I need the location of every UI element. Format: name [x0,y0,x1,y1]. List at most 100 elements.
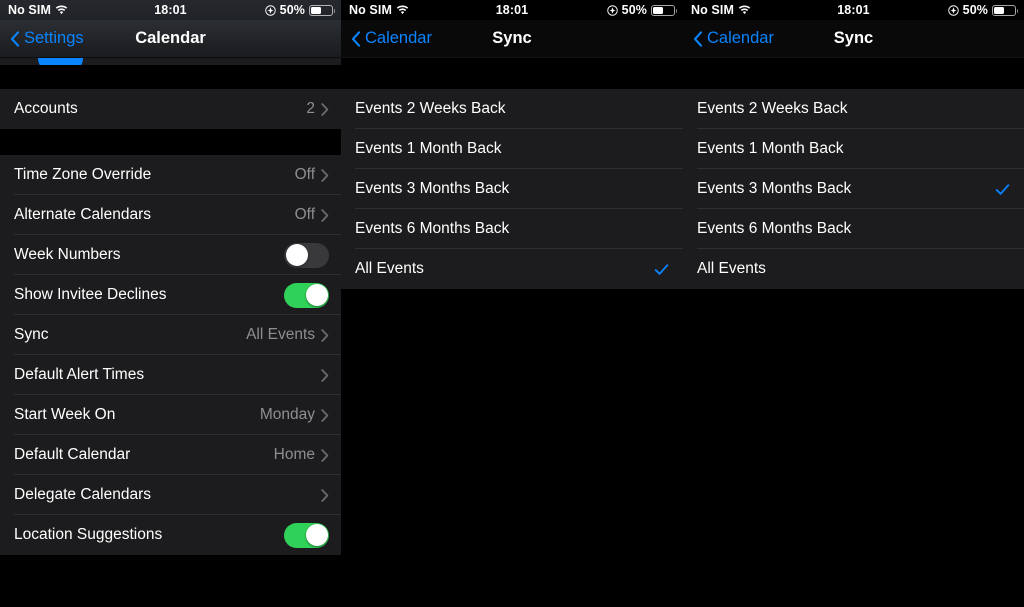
row-label: Week Numbers [14,246,121,263]
status-bar-left: No SIM 18:01 50% [0,0,341,20]
row-label: Location Suggestions [14,526,163,543]
option-events-3-months-back[interactable]: Events 3 Months Back [683,169,1024,209]
screen-root: No SIM 18:01 50% Settings Calendar Accou… [0,0,1024,607]
location-services-icon [947,4,959,16]
status-bar-right-group: 50% [264,3,335,17]
sync-options-group: Events 2 Weeks Back Events 1 Month Back … [683,89,1024,289]
panel-calendar-settings: No SIM 18:01 50% Settings Calendar Accou… [0,0,341,607]
carrier-label: No SIM [691,3,734,17]
option-label: Events 3 Months Back [355,180,510,197]
checkmark-icon [995,182,1010,197]
chevron-right-icon [321,448,329,462]
row-label: Show Invitee Declines [14,286,167,303]
row-delegate-calendars[interactable]: Delegate Calendars [0,475,341,515]
battery-percent-label: 50% [621,3,647,17]
row-location-suggestions[interactable]: Location Suggestions [0,515,341,555]
nav-bar-sync: Calendar Sync [683,20,1024,58]
option-label: All Events [697,260,766,277]
row-accounts[interactable]: Accounts 2 [0,89,341,129]
group-gap [0,129,341,155]
location-services-icon [264,4,276,16]
row-start-week-on[interactable]: Start Week On Monday [0,395,341,435]
group-gap [0,65,341,89]
option-label: All Events [355,260,424,277]
row-default-calendar[interactable]: Default Calendar Home [0,435,341,475]
back-button-label: Calendar [365,29,432,47]
row-label: Time Zone Override [14,166,152,183]
option-events-2-weeks-back[interactable]: Events 2 Weeks Back [683,89,1024,129]
row-value: Home [273,446,315,463]
option-label: Events 1 Month Back [355,140,502,157]
chevron-right-icon [321,208,329,222]
partial-toggle-knob [38,58,83,65]
row-label: Default Calendar [14,446,131,463]
panel-sync-three-months: No SIM 18:01 50% Calendar Sync Events 2 … [683,0,1024,607]
chevron-left-icon [693,30,703,47]
option-label: Events 2 Weeks Back [697,100,848,117]
scrolled-partial-row [0,58,341,65]
row-time-zone-override[interactable]: Time Zone Override Off [0,155,341,195]
battery-percent-label: 50% [962,3,988,17]
wifi-icon [55,5,68,16]
option-events-3-months-back[interactable]: Events 3 Months Back [341,169,683,209]
back-button-calendar[interactable]: Calendar [351,29,432,48]
row-label: Sync [14,326,49,343]
option-events-1-month-back[interactable]: Events 1 Month Back [341,129,683,169]
sync-options-group: Events 2 Weeks Back Events 1 Month Back … [341,89,683,289]
option-all-events[interactable]: All Events [341,249,683,289]
group-gap [683,58,1024,89]
option-events-1-month-back[interactable]: Events 1 Month Back [683,129,1024,169]
location-suggestions-toggle[interactable] [284,522,329,548]
checkmark-icon [654,262,669,277]
status-bar-right-group: 50% [606,3,677,17]
row-label: Alternate Calendars [14,206,151,223]
show-invitee-declines-toggle[interactable] [284,282,329,308]
battery-icon [309,4,335,16]
week-numbers-toggle[interactable] [284,242,329,268]
group-gap [341,58,683,89]
chevron-right-icon [321,488,329,502]
status-bar-right-group: 50% [947,3,1018,17]
row-show-invitee-declines[interactable]: Show Invitee Declines [0,275,341,315]
wifi-icon [738,5,751,16]
chevron-right-icon [321,368,329,382]
chevron-left-icon [351,30,361,47]
row-default-alert-times[interactable]: Default Alert Times [0,355,341,395]
row-label: Delegate Calendars [14,486,152,503]
option-label: Events 6 Months Back [355,220,510,237]
nav-bar-calendar: Settings Calendar [0,20,341,58]
status-bar-left-group: No SIM [691,3,751,17]
option-label: Events 2 Weeks Back [355,100,506,117]
back-button-label: Calendar [707,29,774,47]
option-events-6-months-back[interactable]: Events 6 Months Back [683,209,1024,249]
chevron-right-icon [321,408,329,422]
row-value: 2 [306,100,315,117]
chevron-right-icon [321,328,329,342]
row-label: Start Week On [14,406,116,423]
option-label: Events 1 Month Back [697,140,844,157]
panel-sync-all-events: No SIM 18:01 50% Calendar Sync Events 2 … [341,0,683,607]
status-bar-right: No SIM 18:01 50% [683,0,1024,20]
back-button-settings[interactable]: Settings [10,29,84,48]
row-alternate-calendars[interactable]: Alternate Calendars Off [0,195,341,235]
nav-bar-sync: Calendar Sync [341,20,683,58]
chevron-right-icon [321,168,329,182]
row-week-numbers[interactable]: Week Numbers [0,235,341,275]
back-button-calendar[interactable]: Calendar [693,29,774,48]
battery-percent-label: 50% [279,3,305,17]
row-value: Off [294,166,315,183]
row-value: Off [294,206,315,223]
settings-group-accounts: Accounts 2 [0,89,341,129]
option-events-2-weeks-back[interactable]: Events 2 Weeks Back [341,89,683,129]
option-events-6-months-back[interactable]: Events 6 Months Back [341,209,683,249]
option-all-events[interactable]: All Events [683,249,1024,289]
wifi-icon [396,5,409,16]
row-sync[interactable]: Sync All Events [0,315,341,355]
settings-group-options: Time Zone Override Off Alternate Calenda… [0,155,341,555]
option-label: Events 3 Months Back [697,180,852,197]
location-services-icon [606,4,618,16]
row-value: Monday [259,406,315,423]
row-value: All Events [246,326,315,343]
chevron-right-icon [321,102,329,116]
chevron-left-icon [10,30,20,47]
